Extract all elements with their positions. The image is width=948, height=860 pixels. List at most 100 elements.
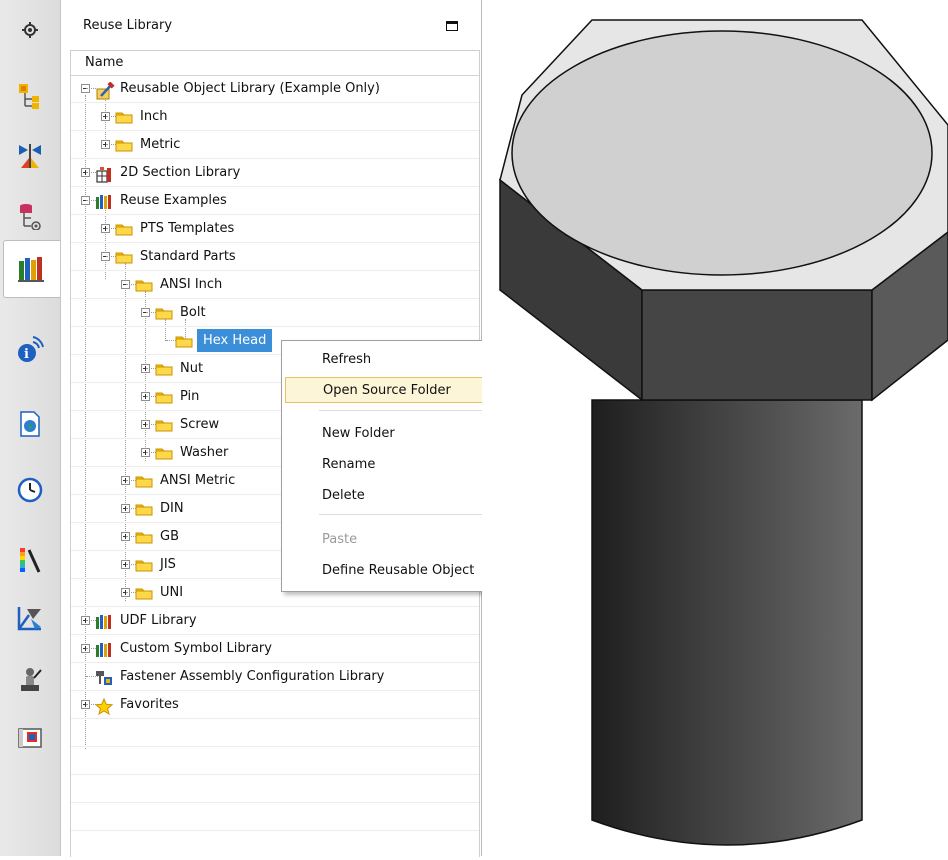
panel-title: Reuse Library [83, 18, 173, 33]
tree-node-ansi-metric[interactable]: ANSI Metric [135, 467, 238, 494]
tree-node-din[interactable]: DIN [135, 495, 187, 522]
folder-icon [135, 530, 153, 544]
tree-node-label: UDF Library [120, 613, 197, 628]
folder-icon [155, 306, 173, 320]
tree-row-empty [71, 747, 479, 775]
tree-node-nut[interactable]: Nut [155, 355, 206, 382]
part-navigator-icon[interactable] [10, 196, 50, 236]
column-header-label: Name [85, 55, 124, 70]
tree-row-empty [71, 719, 479, 747]
history-icon[interactable] [10, 470, 50, 510]
tree-node-reuse-examples[interactable]: Reuse Examples [95, 187, 230, 214]
folder-icon [115, 222, 133, 236]
tree-node-screw[interactable]: Screw [155, 411, 222, 438]
tree-row-empty [71, 831, 479, 857]
hex-bolt-model[interactable] [482, 0, 948, 856]
tree-node-inch[interactable]: Inch [115, 103, 170, 130]
section-icon [95, 166, 113, 183]
tree-node-label: ANSI Inch [160, 277, 223, 292]
star-icon [94, 697, 114, 715]
menu-item-label: Define Reusable Object [322, 563, 475, 578]
tree-node-label: Screw [180, 417, 220, 432]
tree-row-2d-section-library: 2D Section Library [71, 159, 479, 187]
column-header-name[interactable]: Name [71, 51, 479, 76]
tree-node-uni[interactable]: UNI [135, 579, 186, 606]
panel-header: Reuse Library [61, 0, 481, 50]
menu-item-label: Paste [322, 532, 358, 547]
tree-node-pin[interactable]: Pin [155, 383, 202, 410]
tree-node-standard-parts[interactable]: Standard Parts [115, 243, 239, 270]
constraint-navigator-icon[interactable] [10, 135, 50, 175]
tree-node-ansi-inch[interactable]: ANSI Inch [135, 271, 225, 298]
web-browser-icon[interactable] [10, 404, 50, 444]
hd3d-tools-icon[interactable]: i [10, 330, 50, 370]
tree-row-reusable-object-library-example-only: Reusable Object Library (Example Only) [71, 75, 479, 103]
tree-node-udf-library[interactable]: UDF Library [95, 607, 200, 634]
books-icon [95, 194, 113, 209]
tree-node-washer[interactable]: Washer [155, 439, 231, 466]
fastener-icon [95, 670, 113, 685]
tree-row-udf-library: UDF Library [71, 607, 479, 635]
maximize-icon[interactable] [446, 21, 458, 31]
system-scene-icon[interactable] [10, 598, 50, 638]
svg-text:i: i [24, 347, 29, 362]
folder-icon [155, 446, 173, 460]
tree-node-custom-symbol-library[interactable]: Custom Symbol Library [95, 635, 275, 662]
tree-node-jis[interactable]: JIS [135, 551, 179, 578]
resource-bar: i [0, 0, 61, 856]
tree-row-favorites: Favorites [71, 691, 479, 719]
books-icon [95, 642, 113, 657]
folder-icon [155, 418, 173, 432]
roles-icon[interactable] [10, 660, 50, 700]
tree-row-pts-templates: PTS Templates [71, 215, 479, 243]
tree-node-2d-section-library[interactable]: 2D Section Library [95, 159, 243, 186]
tree-node-favorites[interactable]: Favorites [94, 691, 182, 718]
folder-icon [155, 362, 173, 376]
tree-row-empty [71, 775, 479, 803]
hammer-icon [95, 80, 115, 99]
tree-node-label: Inch [140, 109, 168, 124]
menu-item-label: Rename [322, 457, 376, 472]
tree-node-gb[interactable]: GB [135, 523, 182, 550]
tree-node-hex-head[interactable]: Hex Head [175, 327, 273, 354]
books-icon [95, 614, 113, 629]
tree-node-fastener-assembly-configuration-library[interactable]: Fastener Assembly Configuration Library [95, 663, 387, 690]
tree-node-label: Bolt [180, 305, 206, 320]
tree-node-label: Hex Head [197, 329, 273, 352]
graphics-window[interactable] [482, 0, 948, 856]
folder-icon [135, 502, 153, 516]
menu-item-label: Refresh [322, 352, 372, 367]
folder-icon [135, 586, 153, 600]
menu-item-label: Delete [322, 488, 365, 503]
folder-icon [155, 390, 173, 404]
reuse-library-icon[interactable] [3, 240, 60, 298]
visualization-palette-icon[interactable] [10, 539, 50, 579]
tree-node-label: 2D Section Library [120, 165, 241, 180]
tree-node-label: Reusable Object Library (Example Only) [120, 81, 380, 96]
tree-row-fastener-assembly-configuration-library: Fastener Assembly Configuration Library [71, 663, 479, 691]
tree-row-empty [71, 803, 479, 831]
tree-node-label: Pin [180, 389, 200, 404]
settings-gear-icon[interactable] [10, 10, 50, 50]
tree-node-pts-templates[interactable]: PTS Templates [115, 215, 237, 242]
tree-node-label: PTS Templates [140, 221, 235, 236]
tree-node-label: GB [160, 529, 179, 544]
folder-icon [135, 278, 153, 292]
menu-item-label: New Folder [322, 426, 395, 441]
tree-node-reusable-object-library-example-only[interactable]: Reusable Object Library (Example Only) [95, 75, 383, 102]
tree-node-metric[interactable]: Metric [115, 131, 183, 158]
folder-icon [115, 138, 133, 152]
tree-row-inch: Inch [71, 103, 479, 131]
tree-row-reuse-examples: Reuse Examples [71, 187, 479, 215]
tree-row-custom-symbol-library: Custom Symbol Library [71, 635, 479, 663]
tree-node-bolt[interactable]: Bolt [155, 299, 209, 326]
tree-node-label: Metric [140, 137, 181, 152]
tree-node-label: JIS [160, 557, 176, 572]
tree-node-label: Reuse Examples [120, 193, 227, 208]
tree-row-metric: Metric [71, 131, 479, 159]
folder-icon [115, 110, 133, 124]
tree-node-label: Nut [180, 361, 204, 376]
assembly-navigator-icon[interactable] [10, 76, 50, 116]
process-studio-icon[interactable] [10, 718, 50, 758]
tree-row-bolt: Bolt [71, 299, 479, 327]
